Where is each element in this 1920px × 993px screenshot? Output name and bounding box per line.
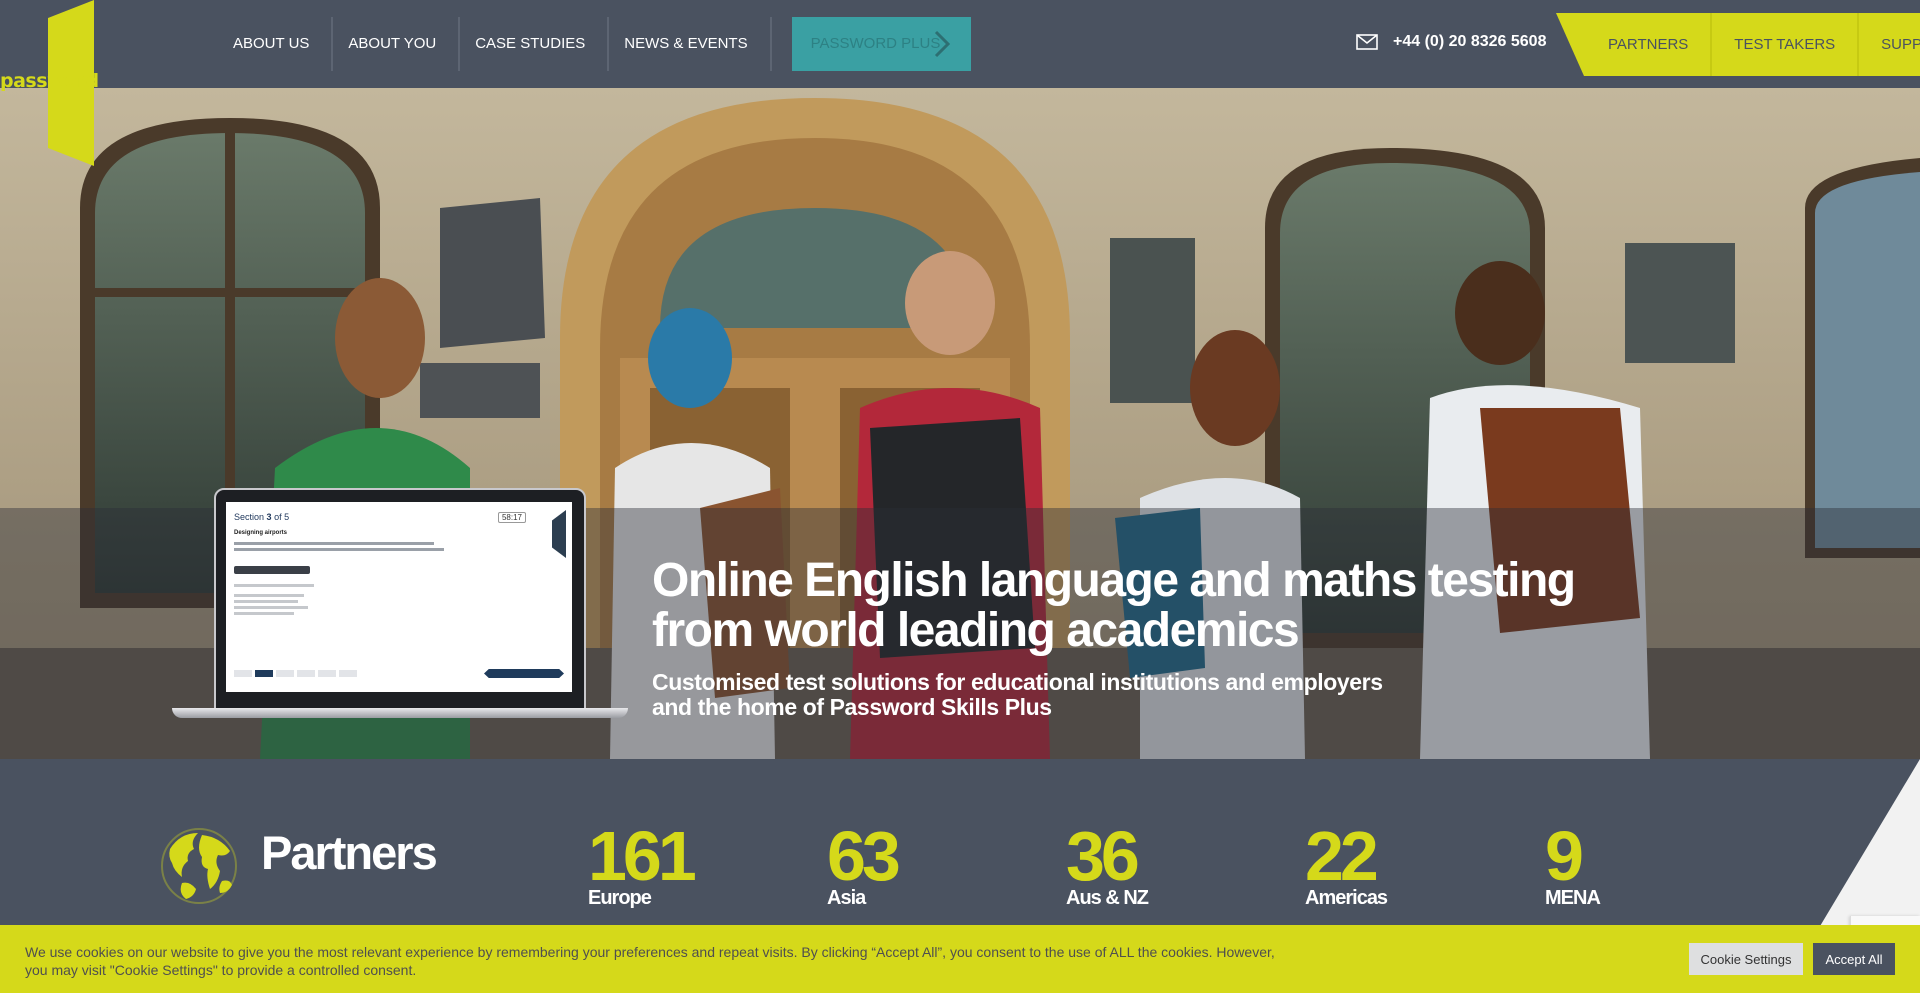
util-item-support[interactable]: SUPPORT — [1859, 13, 1920, 76]
mini-logo-flag-icon — [552, 510, 566, 558]
stat-americas: 22 Americas — [1305, 817, 1388, 910]
text-line — [234, 548, 444, 551]
stat-value: 161 — [588, 817, 697, 895]
chevron-right-icon — [934, 30, 950, 58]
test-heading: Designing airports — [234, 530, 288, 536]
stat-region: Aus & NZ — [1066, 887, 1149, 909]
stat-value: 9 — [1545, 817, 1584, 895]
cookie-consent-bar: We use cookies on our website to give yo… — [0, 925, 1920, 993]
accept-all-button[interactable]: Accept All — [1813, 943, 1895, 975]
cookie-message: We use cookies on our website to give yo… — [25, 944, 1275, 978]
laptop-screen: Section 3 of 5 58:17 Designing airports — [214, 488, 586, 710]
laptop-base — [172, 708, 628, 718]
partners-title: Partners — [261, 826, 438, 879]
stat-value: 36 — [1066, 817, 1140, 895]
hero-banner: Section 3 of 5 58:17 Designing airports — [0, 88, 1920, 759]
hero-title: Online English language and maths testin… — [652, 554, 1576, 657]
text-line — [234, 594, 304, 597]
phone-number: +44 (0) 20 8326 5608 — [1393, 33, 1547, 50]
hero-subtitle: Customised test solutions for educationa… — [652, 669, 1383, 720]
nav-item-about-us[interactable]: ABOUT US — [218, 17, 334, 71]
site-header: ABOUT US ABOUT YOU CASE STUDIES NEWS & E… — [0, 0, 1920, 88]
audio-player — [234, 566, 310, 574]
test-section-label: Section 3 of 5 — [234, 512, 290, 522]
question-pager — [234, 670, 357, 677]
util-item-partners[interactable]: PARTNERS — [1608, 13, 1713, 76]
password-plus-button[interactable]: PASSWORD PLUS — [791, 17, 971, 71]
site-logo[interactable]: password — [0, 0, 99, 166]
continue-button-preview — [484, 669, 564, 678]
utility-nav: PARTNERS TEST TAKERS SUPPORT — [1556, 13, 1920, 76]
cookie-settings-button[interactable]: Cookie Settings — [1689, 943, 1803, 975]
main-nav: ABOUT US ABOUT YOU CASE STUDIES NEWS & E… — [218, 17, 971, 71]
nav-item-case-studies[interactable]: CASE STUDIES — [460, 17, 610, 71]
nav-item-news-events[interactable]: NEWS & EVENTS — [609, 17, 772, 71]
nav-item-about-you[interactable]: ABOUT YOU — [333, 17, 461, 71]
stat-value: 22 — [1305, 817, 1379, 895]
globe-icon — [161, 828, 237, 904]
text-line — [234, 542, 434, 545]
stat-region: Americas — [1305, 887, 1388, 909]
contact-phone[interactable]: +44 (0) 20 8326 5608 — [1356, 33, 1546, 51]
password-plus-label: PASSWORD PLUS — [810, 35, 941, 52]
text-line — [234, 600, 298, 603]
text-line — [234, 584, 314, 587]
stat-region: MENA — [1545, 887, 1601, 909]
laptop-illustration: Section 3 of 5 58:17 Designing airports — [172, 488, 628, 718]
test-preview: Section 3 of 5 58:17 Designing airports — [226, 502, 572, 692]
text-line — [234, 612, 294, 615]
stat-value: 63 — [827, 817, 901, 895]
util-item-test-takers[interactable]: TEST TAKERS — [1712, 13, 1860, 76]
stat-aus-nz: 36 Aus & NZ — [1066, 817, 1149, 910]
stat-mena: 9 MENA — [1545, 817, 1601, 910]
stat-asia: 63 Asia — [827, 817, 901, 910]
text-line — [234, 606, 308, 609]
stat-europe: 161 Europe — [588, 817, 697, 910]
logo-text: password — [0, 70, 99, 92]
mail-icon — [1356, 34, 1378, 50]
test-timer: 58:17 — [497, 512, 526, 523]
